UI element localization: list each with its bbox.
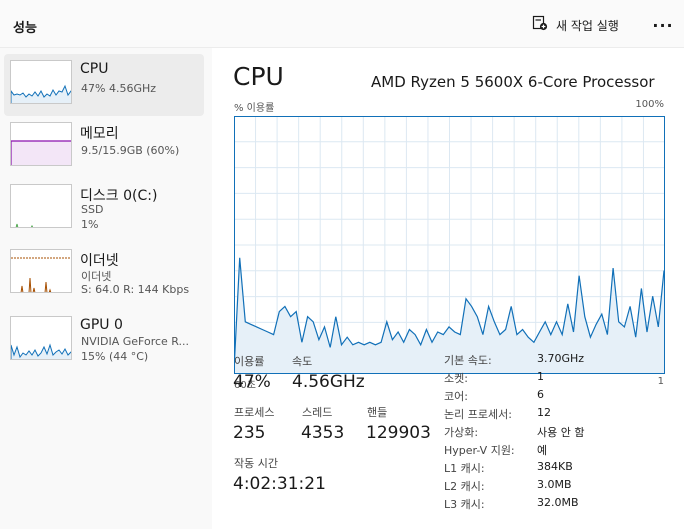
sidebar-item-detail: 15% (44 °C) <box>81 350 149 363</box>
speed-value: 4.56GHz <box>292 372 365 392</box>
spec-label: L2 캐시: <box>444 480 485 493</box>
sidebar: CPU 47% 4.56GHz 메모리 9.5/15.9GB (60%) 디스크… <box>0 48 212 529</box>
axis-label-max: 100% <box>635 99 664 110</box>
gpu-thumbnail-graph <box>10 316 72 360</box>
speed-label: 속도 <box>292 355 313 368</box>
spec-value: 1 <box>537 370 544 383</box>
sidebar-item-detail: 1% <box>81 218 99 231</box>
sidebar-item-title: 디스크 0(C:) <box>80 188 158 204</box>
sidebar-item-subtitle: 9.5/15.9GB (60%) <box>81 144 180 157</box>
cpu-heading: CPU <box>233 62 284 91</box>
more-options-button[interactable]: ··· <box>648 12 678 38</box>
handles-label: 핸들 <box>367 406 388 419</box>
spec-value: 6 <box>537 388 544 401</box>
spec-label: L3 캐시: <box>444 498 485 511</box>
cpu-thumbnail-graph <box>10 60 72 104</box>
spec-value: 3.70GHz <box>537 352 585 365</box>
spec-label: Hyper-V 지원: <box>444 444 515 457</box>
spec-label: L1 캐시: <box>444 462 485 475</box>
processes-label: 프로세스 <box>234 406 275 419</box>
sidebar-item-disk[interactable]: 디스크 0(C:) SSD 1% <box>4 178 204 240</box>
handles-value: 129903 <box>366 423 431 443</box>
threads-label: 스레드 <box>302 406 333 419</box>
spec-value: 12 <box>537 406 551 419</box>
sidebar-item-title: CPU <box>80 61 109 77</box>
threads-value: 4353 <box>301 423 345 443</box>
processes-value: 235 <box>233 423 266 443</box>
sidebar-item-title: GPU 0 <box>80 317 123 333</box>
page-title: 성능 <box>13 21 37 36</box>
ethernet-thumbnail-graph <box>10 249 72 293</box>
disk-thumbnail-graph <box>10 184 72 228</box>
spec-label: 코어: <box>444 390 468 403</box>
new-task-icon <box>532 15 548 35</box>
spec-value: 사용 안 함 <box>537 426 585 439</box>
top-bar: 성능 새 작업 실행 ··· <box>0 0 684 48</box>
spec-value: 3.0MB <box>537 478 572 491</box>
spec-label: 가상화: <box>444 426 479 439</box>
spec-label: 기본 속도: <box>444 354 492 367</box>
sidebar-item-ethernet[interactable]: 이더넷 이더넷 S: 64.0 R: 144 Kbps <box>4 243 204 305</box>
sidebar-item-cpu[interactable]: CPU 47% 4.56GHz <box>4 54 204 116</box>
sidebar-item-subtitle: 47% 4.56GHz <box>81 82 157 95</box>
memory-thumbnail-graph <box>10 122 72 166</box>
spec-value: 32.0MB <box>537 496 579 509</box>
spec-label: 논리 프로세서: <box>444 408 512 421</box>
cpu-detail-panel: CPU AMD Ryzen 5 5600X 6-Core Processor %… <box>212 48 684 529</box>
sidebar-item-subtitle: 이더넷 <box>81 270 112 283</box>
cpu-model-name: AMD Ryzen 5 5600X 6-Core Processor <box>371 73 655 91</box>
utilization-label: 이용률 <box>234 355 265 368</box>
spec-value: 예 <box>537 444 548 457</box>
sidebar-item-subtitle: NVIDIA GeForce R... <box>81 335 190 348</box>
uptime-label: 작동 시간 <box>234 457 278 470</box>
utilization-value: 47% <box>233 372 271 392</box>
spec-label: 소켓: <box>444 372 468 385</box>
axis-label-utilization: % 이용률 <box>234 103 275 114</box>
spec-value: 384KB <box>537 460 573 473</box>
sidebar-item-title: 메모리 <box>80 126 119 142</box>
sidebar-item-title: 이더넷 <box>80 253 119 269</box>
sidebar-item-memory[interactable]: 메모리 9.5/15.9GB (60%) <box>4 116 204 178</box>
cpu-utilization-graph <box>234 116 665 374</box>
new-task-label: 새 작업 실행 <box>556 18 619 33</box>
axis-label-min: 1 <box>657 376 664 387</box>
sidebar-item-gpu[interactable]: GPU 0 NVIDIA GeForce R... 15% (44 °C) <box>4 310 204 372</box>
sidebar-item-detail: S: 64.0 R: 144 Kbps <box>81 283 190 296</box>
new-task-button[interactable]: 새 작업 실행 <box>528 10 623 40</box>
uptime-value: 4:02:31:21 <box>233 474 326 494</box>
sidebar-item-subtitle: SSD <box>81 203 104 216</box>
